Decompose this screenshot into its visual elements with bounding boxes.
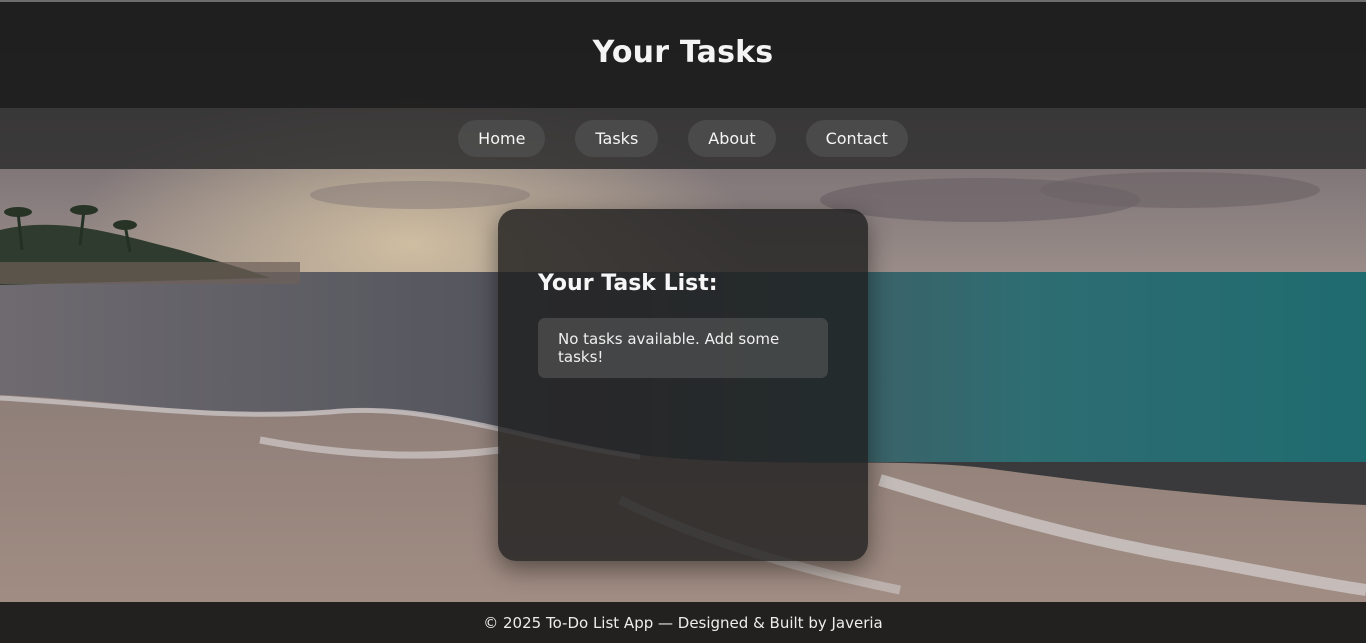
task-list-heading: Your Task List: bbox=[538, 271, 718, 296]
footer-text: © 2025 To-Do List App — Designed & Built… bbox=[483, 613, 883, 632]
nav-tasks-link[interactable]: Tasks bbox=[575, 120, 659, 157]
nav-home-link[interactable]: Home bbox=[458, 120, 546, 157]
nav-about-link[interactable]: About bbox=[688, 120, 776, 157]
nav-contact-link[interactable]: Contact bbox=[805, 120, 908, 157]
empty-tasks-message: No tasks available. Add some tasks! bbox=[538, 318, 828, 378]
main-navigation: Home Tasks About Contact bbox=[0, 108, 1366, 169]
site-header: Your Tasks bbox=[0, 2, 1366, 108]
task-list-panel: Your Task List: No tasks available. Add … bbox=[498, 209, 868, 561]
site-footer: © 2025 To-Do List App — Designed & Built… bbox=[0, 602, 1366, 643]
page-title: Your Tasks bbox=[592, 34, 774, 70]
page: Your Tasks Home Tasks About Contact Your… bbox=[0, 0, 1366, 643]
